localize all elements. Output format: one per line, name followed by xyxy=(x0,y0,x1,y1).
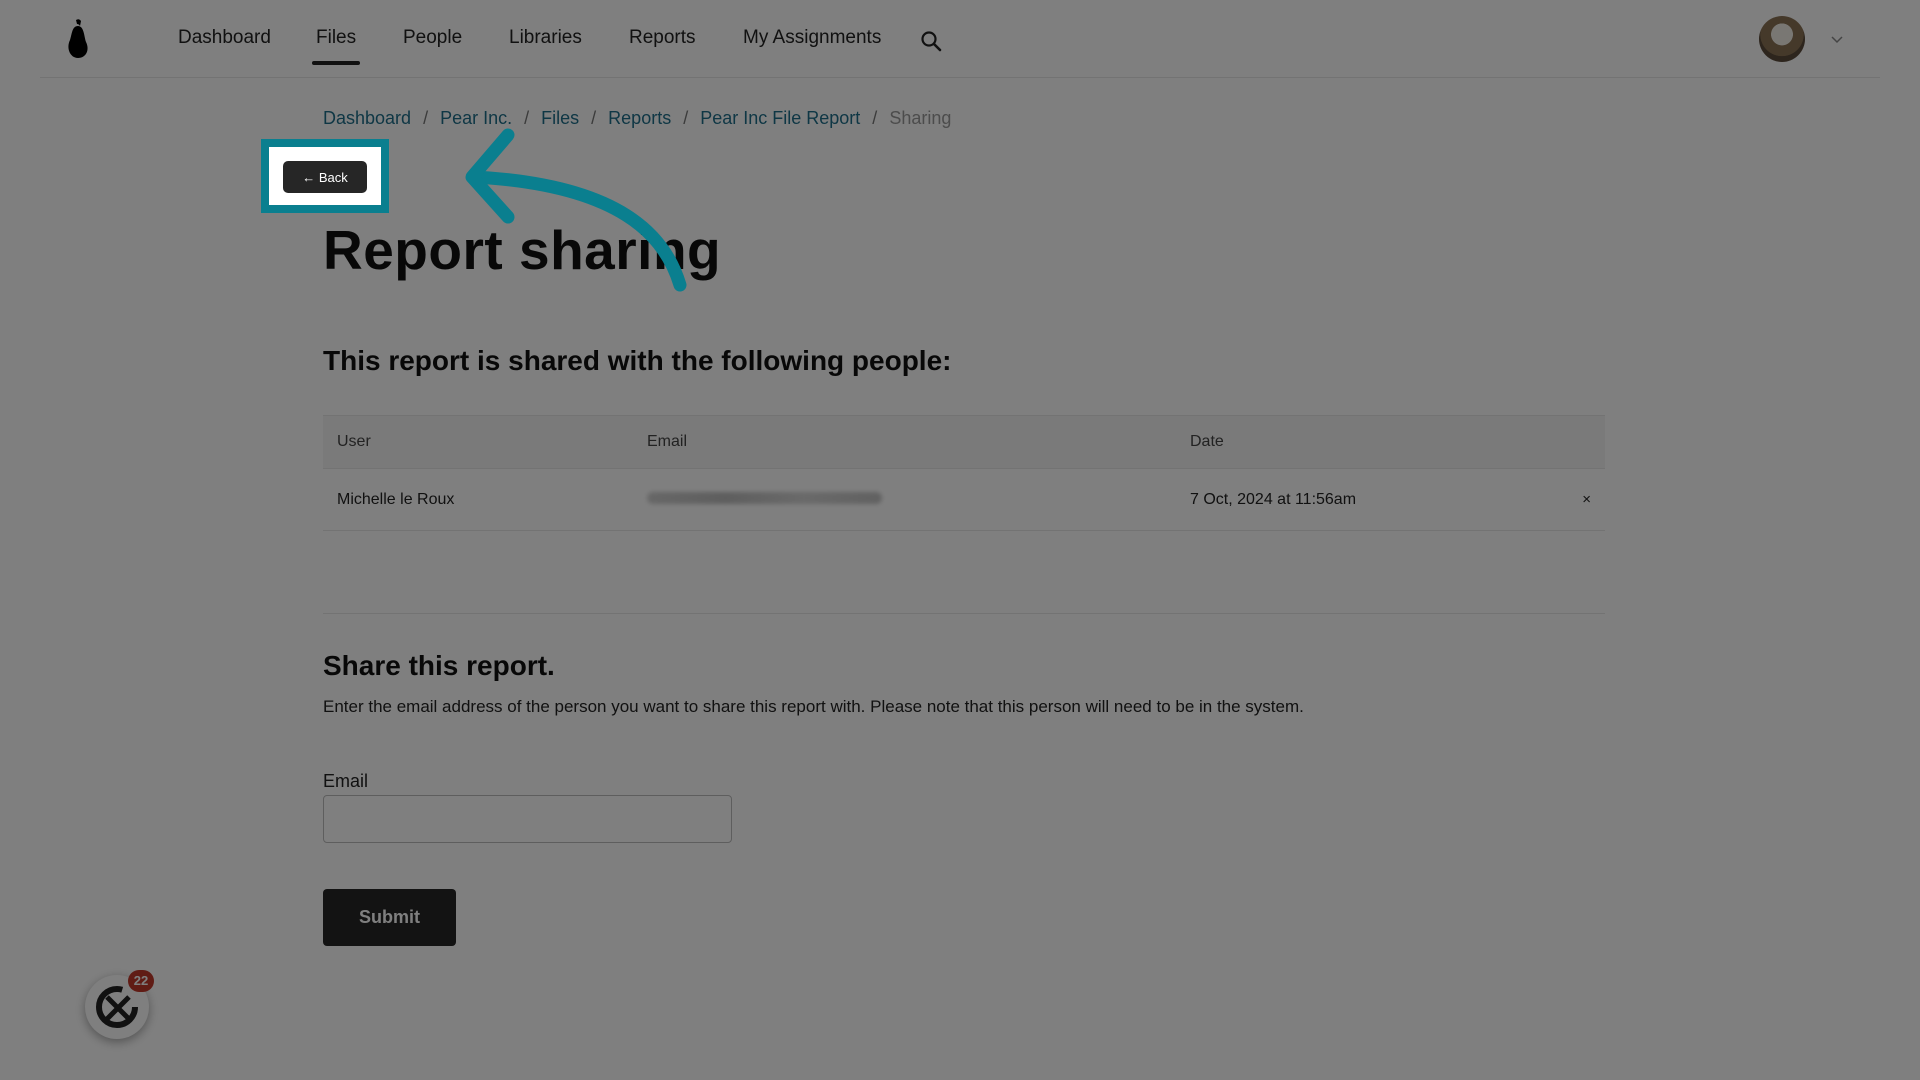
breadcrumb-dashboard[interactable]: Dashboard xyxy=(323,108,411,129)
shared-with-heading: This report is shared with the following… xyxy=(323,345,952,376)
shared-date: 7 Oct, 2024 at 11:56am xyxy=(1190,490,1357,508)
table-header-row: User Email Date xyxy=(323,415,1605,469)
nav-dashboard[interactable]: Dashboard xyxy=(178,27,271,49)
notification-badge: 22 xyxy=(128,970,154,992)
nav-my-assignments[interactable]: My Assignments xyxy=(743,27,881,49)
breadcrumb-separator: / xyxy=(872,108,878,128)
breadcrumb-file-report[interactable]: Pear Inc File Report xyxy=(700,108,860,129)
nav-libraries[interactable]: Libraries xyxy=(509,27,582,49)
chevron-down-icon[interactable] xyxy=(1830,34,1844,44)
email-label: Email xyxy=(323,771,369,791)
column-email: Email xyxy=(647,433,688,450)
top-navigation: Dashboard Files People Libraries Reports… xyxy=(40,0,1880,78)
nav-reports[interactable]: Reports xyxy=(629,27,696,49)
tutorial-arrow-icon xyxy=(465,128,687,292)
breadcrumb-current: Sharing xyxy=(889,108,952,128)
table-row: Michelle le Roux 7 Oct, 2024 at 11:56am … xyxy=(323,469,1605,531)
user-avatar[interactable] xyxy=(1759,16,1805,62)
column-actions xyxy=(1545,416,1605,469)
email-input[interactable] xyxy=(323,795,732,843)
nav-files[interactable]: Files xyxy=(311,27,361,65)
shared-user-email xyxy=(633,469,1176,531)
pear-logo-icon[interactable] xyxy=(62,18,94,60)
column-date: Date xyxy=(1190,433,1224,450)
column-user: User xyxy=(337,433,371,450)
section-divider xyxy=(323,613,1605,614)
search-icon[interactable] xyxy=(920,30,942,52)
share-report-heading: Share this report. xyxy=(323,650,555,681)
share-report-description: Enter the email address of the person yo… xyxy=(323,697,1304,716)
back-button[interactable]: ← Back xyxy=(283,161,367,193)
breadcrumb-separator: / xyxy=(423,108,429,128)
submit-button[interactable]: Submit xyxy=(323,889,456,946)
shared-user-name: Michelle le Roux xyxy=(337,490,455,508)
shared-users-table: User Email Date Michelle le Roux 7 Oct, … xyxy=(323,415,1605,531)
redacted-email xyxy=(647,491,882,504)
remove-share-button[interactable]: × xyxy=(1545,469,1605,531)
nav-people[interactable]: People xyxy=(403,27,462,49)
